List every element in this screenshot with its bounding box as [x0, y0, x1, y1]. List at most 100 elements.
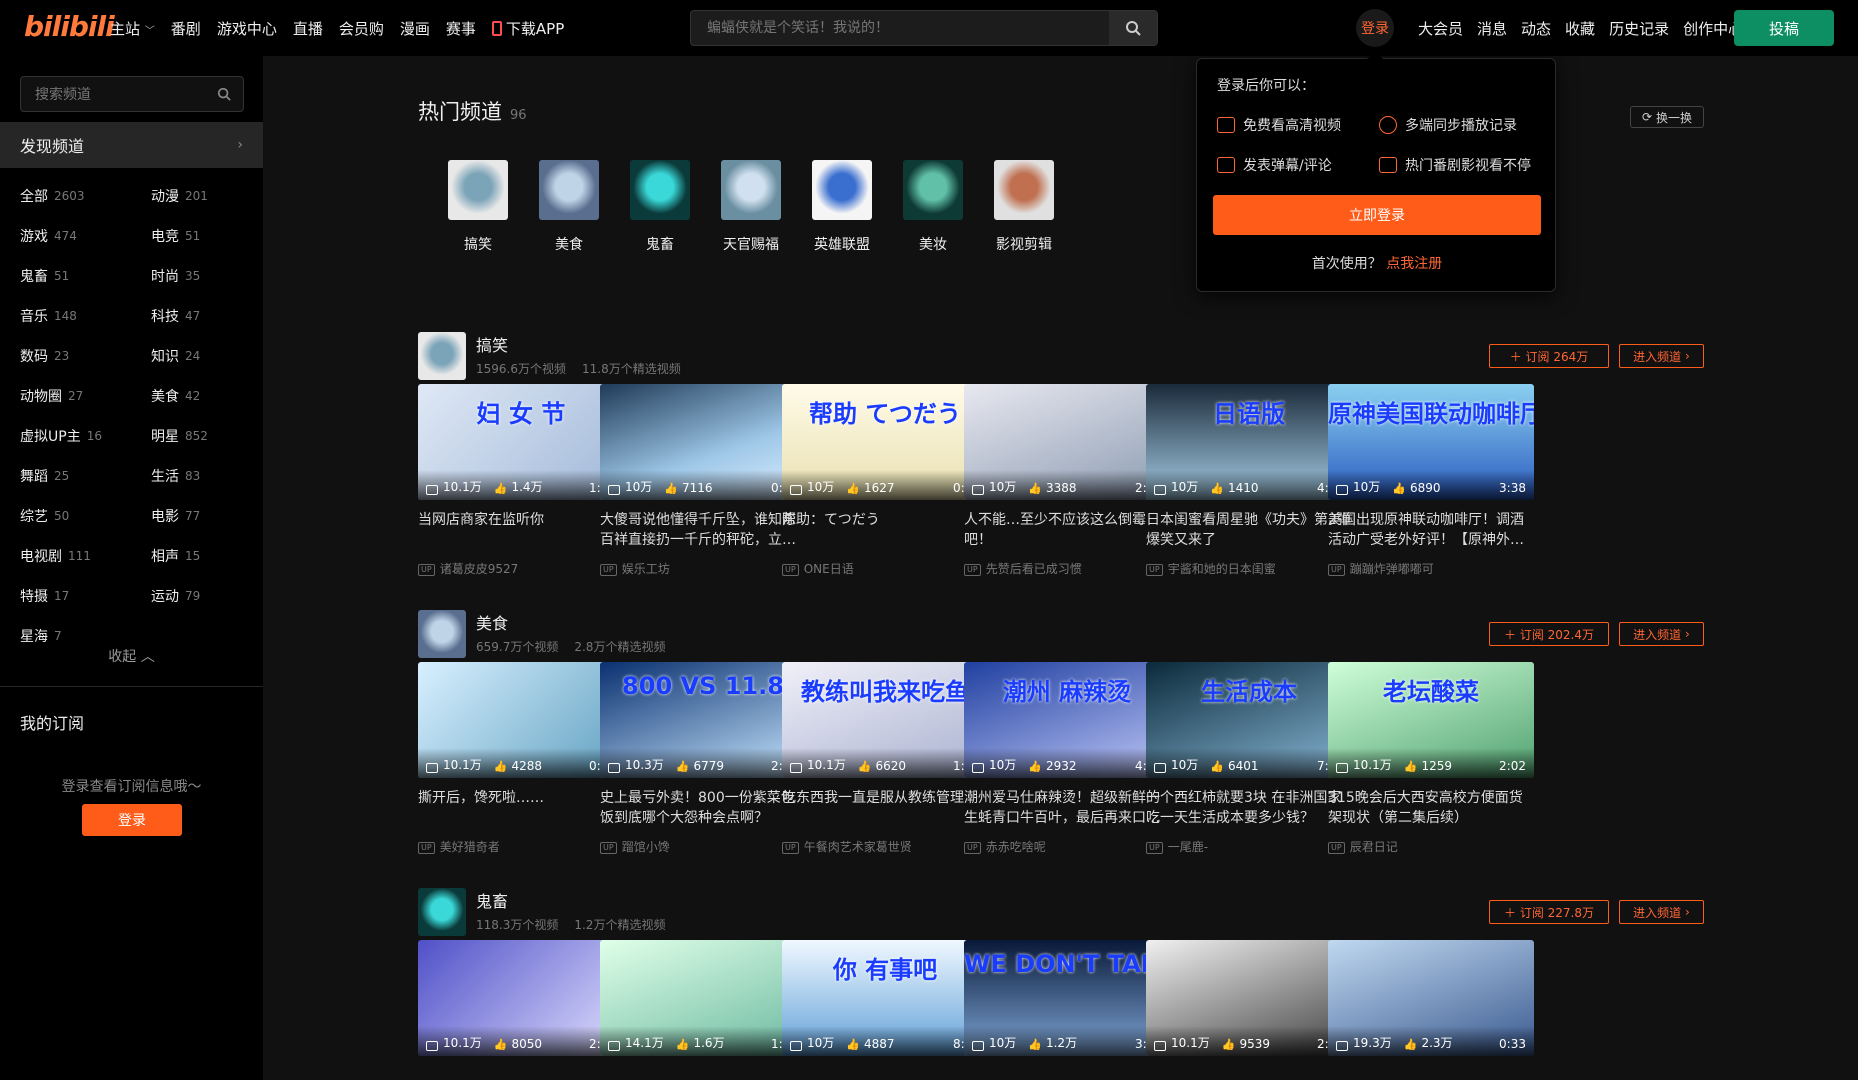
discover-channels[interactable]: 发现频道 ›	[0, 122, 263, 168]
video-cover[interactable]: 你 有事吧 10万 👍4887 8:15	[782, 940, 988, 1056]
category-item[interactable]: 运动 79	[151, 576, 251, 616]
nav-bangumi[interactable]: 番剧	[171, 18, 201, 39]
video-title[interactable]: 人不能…至少不应该这么倒霉吧！	[964, 510, 1170, 550]
category-item[interactable]: 明星 852	[151, 416, 251, 456]
video-cover[interactable]: 老坛酸菜 10.1万 👍 1259 2:02	[1328, 662, 1534, 778]
hot-channel-item[interactable]: 天官赐福	[711, 160, 791, 254]
category-item[interactable]: 鬼畜 51	[20, 256, 151, 296]
video-uploader[interactable]: UP 娱乐工坊	[600, 560, 806, 577]
hot-channel-item[interactable]: 影视剪辑	[984, 160, 1064, 254]
video-card[interactable]: 原神美国联动咖啡厅！ 10万 👍6890 3:38 美国出现原神联动咖啡厅！调酒…	[1328, 384, 1534, 577]
category-item[interactable]: 动物圈 27	[20, 376, 151, 416]
category-item[interactable]: 游戏 474	[20, 216, 151, 256]
video-title[interactable]: 315晚会后大西安高校方便面货架现状（第二集后续）	[1328, 788, 1534, 828]
video-cover[interactable]: 10.1万 👍4288 0:16	[418, 662, 624, 778]
video-title[interactable]: 大傻哥说他懂得千斤坠，谁知陈百祥直接扔一千斤的秤砣，立…	[600, 510, 806, 550]
nav-vip[interactable]: 大会员	[1418, 18, 1463, 39]
video-uploader[interactable]: UP 美好猎奇者	[418, 838, 624, 855]
nav-manga[interactable]: 漫画	[400, 18, 430, 39]
category-item[interactable]: 相声 15	[151, 536, 251, 576]
video-cover[interactable]: 妇 女 节 10.1万 👍1.4万 1:31	[418, 384, 624, 500]
sidebar-login-button[interactable]: 登录	[82, 804, 182, 836]
video-card[interactable]: 潮州 麻辣烫 10万 👍2932 4:33 潮州爱马仕麻辣烫！超级新鲜的生蚝青口…	[964, 662, 1170, 855]
category-item[interactable]: 电竞 51	[151, 216, 251, 256]
search-input[interactable]	[691, 11, 1109, 45]
section-channel-name[interactable]: 美食	[476, 610, 508, 634]
category-item[interactable]: 动漫 201	[151, 176, 251, 216]
nav-main-site[interactable]: 主站 ﹀	[110, 18, 155, 39]
nav-favorites[interactable]: 收藏	[1565, 18, 1595, 39]
video-card[interactable]: 10.1万 👍4288 0:16 撕开后，馋死啦…… UP美好猎奇者	[418, 662, 624, 855]
category-item[interactable]: 音乐 148	[20, 296, 151, 336]
hot-channel-item[interactable]: 美妆	[893, 160, 973, 254]
video-cover[interactable]: 10万 👍7116 0:40	[600, 384, 806, 500]
nav-mall[interactable]: 会员购	[339, 18, 384, 39]
category-item[interactable]: 虚拟UP主 16	[20, 416, 151, 456]
video-title[interactable]	[782, 1066, 988, 1080]
video-card[interactable]: 14.1万 👍1.6万 1:26 UP	[600, 940, 806, 1080]
category-item[interactable]: 电视剧 111	[20, 536, 151, 576]
video-title[interactable]: 当网店商家在监听你	[418, 510, 624, 550]
nav-dynamics[interactable]: 动态	[1521, 18, 1551, 39]
category-item[interactable]: 全部 2603	[20, 176, 151, 216]
video-title[interactable]	[418, 1066, 624, 1080]
video-cover[interactable]: 生活成本 10万 👍6401 7:10	[1146, 662, 1352, 778]
video-cover[interactable]: 原神美国联动咖啡厅！ 10万 👍6890 3:38	[1328, 384, 1534, 500]
section-channel-name[interactable]: 鬼畜	[476, 888, 508, 912]
video-uploader[interactable]: UP 宇酱和她的日本闺蜜	[1146, 560, 1352, 577]
video-uploader[interactable]: UP 一尾鹿-	[1146, 838, 1352, 855]
category-item[interactable]: 电影 77	[151, 496, 251, 536]
login-avatar-button[interactable]: 登录	[1356, 9, 1394, 47]
video-title[interactable]: 一个西红柿就要3块 在非洲国家吃一天生活成本要多少钱？	[1146, 788, 1352, 828]
video-card[interactable]: 10.1万 👍9539 2:44 UP	[1146, 940, 1352, 1080]
video-cover[interactable]: 14.1万 👍1.6万 1:26	[600, 940, 806, 1056]
video-cover[interactable]: 日语版 10万 👍1410 4:52	[1146, 384, 1352, 500]
video-card[interactable]: 生活成本 10万 👍6401 7:10 一个西红柿就要3块 在非洲国家吃一天生活…	[1146, 662, 1352, 855]
enter-channel-button[interactable]: 进入频道 ›	[1619, 622, 1704, 646]
hot-channel-item[interactable]: 搞笑	[438, 160, 518, 254]
video-card[interactable]: 教练叫我来吃鱼 10.1万 👍6620 1:49 吃东西我一直是服从教练管理 U…	[782, 662, 988, 855]
refresh-button[interactable]: ⟳ 换一换	[1630, 106, 1704, 128]
video-cover[interactable]: 帮助 てつだう 10万 👍1627 0:46	[782, 384, 988, 500]
video-uploader[interactable]: UP 蹓馆小馋	[600, 838, 806, 855]
popup-login-button[interactable]: 立即登录	[1213, 195, 1541, 235]
enter-channel-button[interactable]: 进入频道 ›	[1619, 344, 1704, 368]
upload-button[interactable]: 投稿	[1734, 10, 1834, 46]
category-item[interactable]: 美食 42	[151, 376, 251, 416]
hot-channel-item[interactable]: 英雄联盟	[802, 160, 882, 254]
hot-channel-item[interactable]: 美食	[529, 160, 609, 254]
video-title[interactable]	[1146, 1066, 1352, 1080]
enter-channel-button[interactable]: 进入频道 ›	[1619, 900, 1704, 924]
nav-history[interactable]: 历史记录	[1609, 18, 1669, 39]
video-card[interactable]: 日语版 10万 👍1410 4:52 日本闺蜜看周星驰《功夫》第2弹 爆笑又来了…	[1146, 384, 1352, 577]
video-card[interactable]: 帮助 てつだう 10万 👍1627 0:46 帮助：てつだう UPONE日语	[782, 384, 988, 577]
video-uploader[interactable]: UP 蹦蹦炸弹嘟嘟可	[1328, 560, 1534, 577]
category-item[interactable]: 特摄 17	[20, 576, 151, 616]
nav-download-app[interactable]: 下载APP	[491, 18, 564, 39]
category-item[interactable]: 知识 24	[151, 336, 251, 376]
video-uploader[interactable]: UP 诸葛皮皮9527	[418, 560, 624, 577]
video-card[interactable]: 10万 👍3388 2:36 人不能…至少不应该这么倒霉吧！ UP先赞后看已成习…	[964, 384, 1170, 577]
video-cover[interactable]: 10.1万 👍8050 2:03	[418, 940, 624, 1056]
category-item[interactable]: 舞蹈 25	[20, 456, 151, 496]
video-title[interactable]: 撕开后，馋死啦……	[418, 788, 624, 828]
video-card[interactable]: 800 VS 11.8 10.3万 👍6779 2:46 史上最亏外卖！800一…	[600, 662, 806, 855]
video-cover[interactable]: 潮州 麻辣烫 10万 👍2932 4:33	[964, 662, 1170, 778]
video-card[interactable]: 10.1万 👍8050 2:03 UP	[418, 940, 624, 1080]
video-card[interactable]: 妇 女 节 10.1万 👍1.4万 1:31 当网店商家在监听你 UP诸葛皮皮9…	[418, 384, 624, 577]
video-uploader[interactable]: UP 辰君日记	[1328, 838, 1534, 855]
video-title[interactable]	[600, 1066, 806, 1080]
collapse-button[interactable]: 收起 ︿	[0, 646, 263, 666]
section-channel-name[interactable]: 搞笑	[476, 332, 508, 356]
video-title[interactable]: 日本闺蜜看周星驰《功夫》第2弹 爆笑又来了	[1146, 510, 1352, 550]
register-link[interactable]: 点我注册	[1386, 256, 1442, 272]
video-cover[interactable]: WE DON'T TALK ABOUT SLEEPY JOE 10万 👍1.2万…	[964, 940, 1170, 1056]
search-button[interactable]	[1109, 11, 1157, 45]
subscribe-button[interactable]: ＋ 订阅 202.4万	[1489, 622, 1609, 646]
video-title[interactable]: 史上最亏外卖！800一份紫菜包饭到底哪个大怨种会点啊？	[600, 788, 806, 828]
channel-search-input[interactable]: 搜索频道	[20, 76, 244, 112]
video-card[interactable]: 19.3万 👍2.3万 0:33 UP	[1328, 940, 1534, 1080]
nav-messages[interactable]: 消息	[1477, 18, 1507, 39]
category-item[interactable]: 科技 47	[151, 296, 251, 336]
subscribe-button[interactable]: ＋ 订阅 264万	[1489, 344, 1609, 368]
